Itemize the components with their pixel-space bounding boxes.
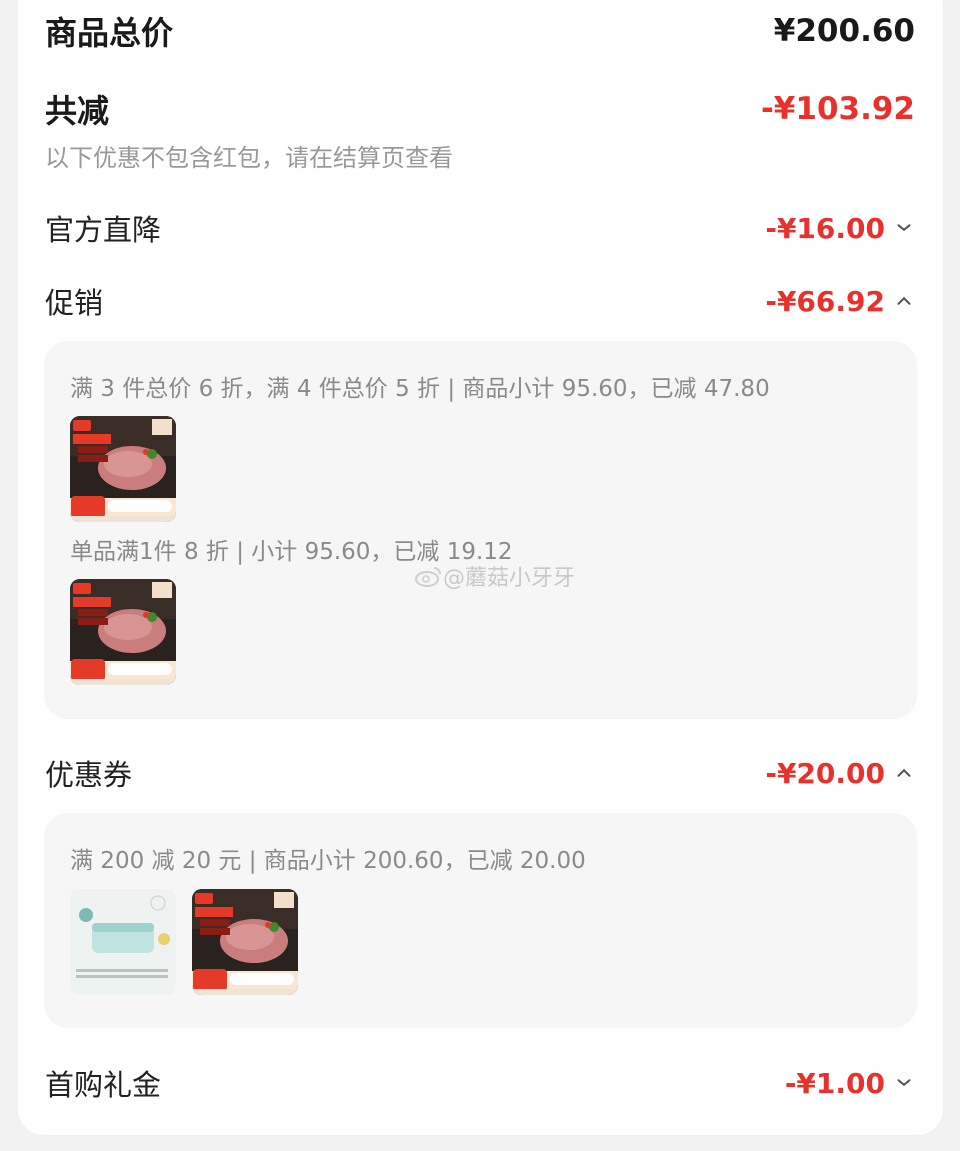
cream-product-image [70, 889, 176, 995]
coupon-row[interactable]: 优惠券 -¥20.00 [45, 752, 915, 794]
discount-note: 以下优惠不包含红包，请在结算页查看 [45, 144, 453, 172]
first-purchase-gift-row[interactable]: 首购礼金 -¥1.00 [45, 1062, 915, 1104]
official-discount-value: -¥16.00 [765, 211, 885, 245]
promotion-label: 促销 [45, 286, 104, 320]
total-reduce-row: 共减 -¥103.92 [45, 86, 915, 132]
coupon-label: 优惠券 [45, 758, 133, 792]
meat-product-image [70, 579, 176, 685]
coupon-detail-panel: 满 200 减 20 元 | 商品小计 200.60，已减 20.00 [44, 813, 917, 1028]
first-purchase-gift-label: 首购礼金 [45, 1068, 162, 1102]
chevron-up-icon[interactable] [893, 290, 915, 312]
total-price-label: 商品总价 [45, 14, 174, 52]
watermark-text: @蘑菇小牙牙 [443, 566, 576, 591]
product-thumbnail[interactable] [192, 889, 298, 995]
promotion-rule-1: 满 3 件总价 6 折，满 4 件总价 5 折 | 商品小计 95.60，已减 … [70, 376, 770, 402]
total-price-row: 商品总价 ¥200.60 [45, 8, 915, 54]
coupon-rule: 满 200 减 20 元 | 商品小计 200.60，已减 20.00 [70, 848, 586, 874]
coupon-value: -¥20.00 [765, 756, 885, 790]
promotion-row[interactable]: 促销 -¥66.92 [45, 280, 915, 322]
chevron-down-icon[interactable] [893, 1072, 915, 1094]
total-reduce-label: 共减 [45, 92, 110, 130]
first-purchase-gift-value: -¥1.00 [784, 1066, 885, 1100]
official-discount-row[interactable]: 官方直降 -¥16.00 [45, 207, 915, 249]
meat-product-image [192, 889, 298, 995]
product-thumbnail[interactable] [70, 579, 176, 685]
promotion-value: -¥66.92 [765, 284, 885, 318]
official-discount-label: 官方直降 [45, 213, 162, 247]
meat-product-image [70, 416, 176, 522]
weibo-watermark: @蘑菇小牙牙 [415, 560, 575, 592]
total-price-value: ¥200.60 [773, 13, 915, 49]
weibo-icon [415, 567, 441, 587]
chevron-up-icon[interactable] [893, 762, 915, 784]
chevron-down-icon[interactable] [893, 217, 915, 239]
total-reduce-value: -¥103.92 [760, 91, 915, 127]
promotion-detail-panel: 满 3 件总价 6 折，满 4 件总价 5 折 | 商品小计 95.60，已减 … [44, 341, 917, 719]
product-thumbnail[interactable] [70, 416, 176, 522]
product-thumbnail[interactable] [70, 889, 176, 995]
